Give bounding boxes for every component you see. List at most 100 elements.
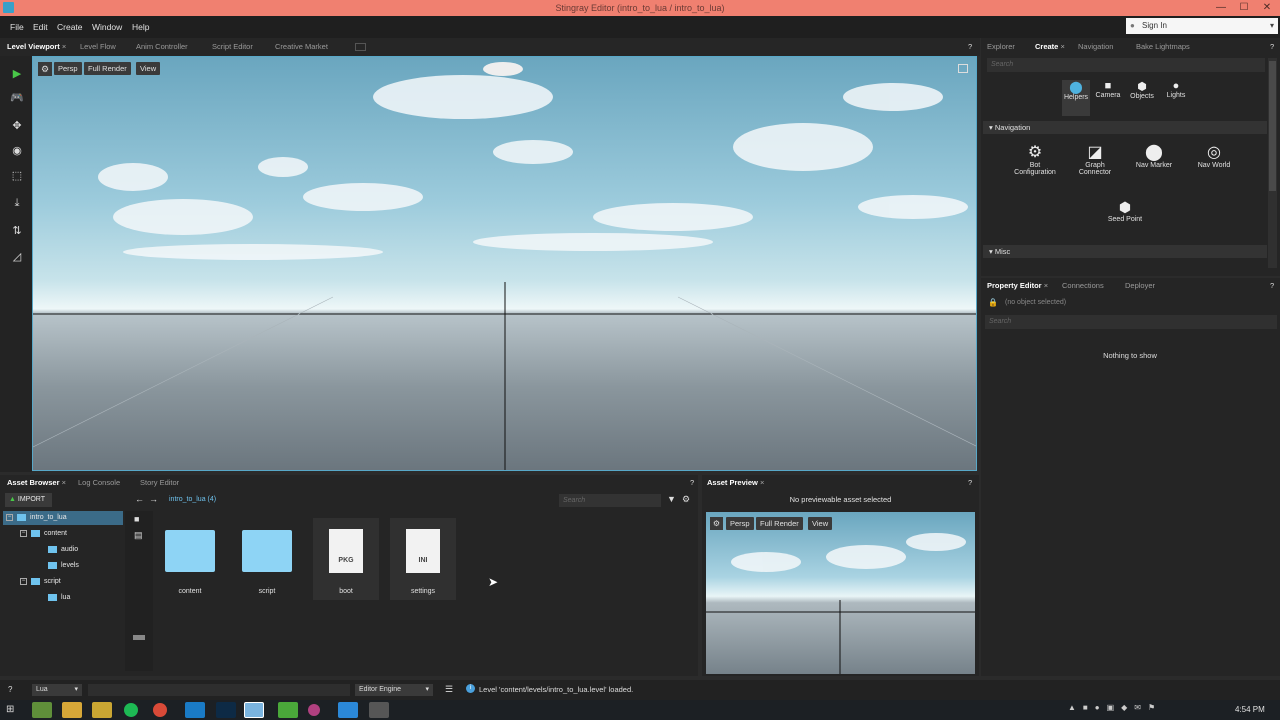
snap-tool-icon[interactable]: ⇅ [7,221,27,241]
menu-file[interactable]: File [10,16,24,38]
tab-script-editor[interactable]: Script Editor [212,39,253,55]
clock[interactable]: 4:54 PM [1235,705,1265,714]
nav-item-graph-connector[interactable]: ◪ Graph Connector [1070,142,1120,190]
scale-tool-icon[interactable]: ⬚ [7,166,27,186]
maximize-button[interactable]: ☐ [1233,0,1255,16]
taskbar-app-icon[interactable] [32,702,52,718]
viewport-settings-icon[interactable]: ⚙ [38,62,52,76]
tab-asset-preview[interactable]: Asset Preview × [707,475,764,491]
tab-create[interactable]: Create × [1035,39,1065,55]
move-tool-icon[interactable]: ✥ [7,116,27,136]
taskbar-app-icon[interactable] [92,702,112,718]
folder-view-icon[interactable]: ■ [134,514,139,524]
create-search-input[interactable]: Search [987,58,1265,72]
nav-item-bot-configuration[interactable]: ⚙ Bot Configuration [1008,142,1062,190]
gamepad-icon[interactable]: 🎮 [7,88,27,108]
chrome-icon[interactable] [153,703,167,717]
asset-item-boot[interactable]: PKG boot [313,518,379,600]
tab-story-editor[interactable]: Story Editor [140,475,179,491]
section-misc-header[interactable]: ▾ Misc [983,245,1267,258]
category-camera[interactable]: ■ Camera [1094,80,1122,116]
import-button[interactable]: ▲ IMPORT [5,493,52,507]
tree-item-levels[interactable]: levels [48,559,79,573]
filter-icon[interactable]: ▼ [667,494,676,504]
tab-deployer[interactable]: Deployer [1125,278,1155,294]
language-select[interactable]: Lua ▾ [32,684,82,696]
section-navigation-header[interactable]: ▾ Navigation [983,121,1267,134]
signin-dropdown[interactable]: ● Sign In ▾ [1126,18,1278,34]
tree-item-audio[interactable]: audio [48,543,78,557]
tab-property-editor[interactable]: Property Editor × [987,278,1048,294]
preview-persp-button[interactable]: Persp [726,517,754,530]
photoshop-icon[interactable] [216,702,236,718]
stingray-taskbar-icon[interactable] [244,702,264,718]
help-icon[interactable]: ? [690,475,694,491]
preview-settings-icon[interactable]: ⚙ [710,517,723,530]
category-helpers[interactable]: ⬤ Helpers [1062,80,1090,116]
command-input[interactable] [88,684,350,696]
measure-tool-icon[interactable]: ◿ [7,247,27,267]
windows-start-icon[interactable]: ⊞ [6,704,14,715]
menu-edit[interactable]: Edit [33,16,48,38]
help-icon[interactable]: ? [1270,278,1274,294]
close-button[interactable]: ✕ [1256,0,1278,16]
tab-explorer[interactable]: Explorer [987,39,1015,55]
tab-log-console[interactable]: Log Console [78,475,120,491]
tab-level-flow[interactable]: Level Flow [80,39,116,55]
play-icon[interactable]: ▶ [7,64,27,84]
breadcrumb[interactable]: intro_to_lua (4) [169,496,216,503]
new-tab-icon[interactable] [355,43,366,51]
rotate-tool-icon[interactable]: ◉ [7,141,27,161]
tab-asset-browser[interactable]: Asset Browser × [7,475,66,491]
system-tray-icons[interactable]: ▲■●▣◆✉⚑ [1068,703,1218,717]
spotify-icon[interactable] [124,703,138,717]
preview-full-render-button[interactable]: Full Render [756,517,803,530]
category-objects[interactable]: ⬢ Objects [1128,80,1156,116]
tab-bake-lightmaps[interactable]: Bake Lightmaps [1136,39,1190,55]
asset-preview-viewport[interactable] [706,512,975,674]
gear-icon[interactable]: ⚙ [682,494,690,505]
status-help-icon[interactable]: ? [8,685,12,694]
file-explorer-icon[interactable] [62,702,82,718]
taskbar-app-icon[interactable] [308,704,320,716]
nav-item-nav-world[interactable]: ◎ Nav World [1188,142,1240,190]
menu-create[interactable]: Create [57,16,83,38]
persp-button[interactable]: Persp [54,62,82,75]
taskbar-app-icon[interactable] [369,702,389,718]
help-icon[interactable]: ? [1270,39,1274,55]
nav-item-seed-point[interactable]: ⬢ Seed Point [1100,199,1150,239]
menu-help[interactable]: Help [132,16,149,38]
tab-connections[interactable]: Connections [1062,278,1104,294]
preview-view-button[interactable]: View [808,517,833,530]
full-render-button[interactable]: Full Render [84,62,131,75]
level-viewport[interactable] [32,56,977,471]
engine-select[interactable]: Editor Engine ▾ [355,684,433,696]
maximize-viewport-icon[interactable] [958,64,968,73]
taskbar-app-icon[interactable] [278,702,298,718]
size-slider[interactable] [133,635,145,640]
menu-window[interactable]: Window [92,16,122,38]
place-tool-icon[interactable]: ⤓ [7,193,27,213]
tab-anim-controller[interactable]: Anim Controller [136,39,188,55]
asset-item-settings[interactable]: INI settings [390,518,456,600]
tree-item-intro-to-lua[interactable]: − intro_to_lua [6,511,67,525]
property-search-input[interactable]: Search [985,315,1277,329]
list-view-icon[interactable]: ▤ [134,530,143,541]
outlook-icon[interactable] [185,702,205,718]
tree-item-lua[interactable]: lua [48,591,70,605]
asset-item-content[interactable]: content [160,518,220,600]
category-lights[interactable]: ● Lights [1162,80,1190,116]
tab-level-viewport[interactable]: Level Viewport × [7,39,66,55]
skype-icon[interactable] [338,702,358,718]
tab-creative-market[interactable]: Creative Market [275,39,328,55]
nav-item-nav-marker[interactable]: ⬤ Nav Marker [1128,142,1180,190]
log-list-icon[interactable]: ☰ [445,684,453,695]
tab-navigation[interactable]: Navigation [1078,39,1113,55]
lock-icon[interactable]: 🔒 [988,298,998,307]
back-arrow-icon[interactable]: ← [135,494,144,504]
tree-item-script[interactable]: − script [20,575,61,589]
tree-item-content[interactable]: − content [20,527,67,541]
minimize-button[interactable]: — [1210,0,1232,16]
view-button[interactable]: View [136,62,161,75]
create-scrollbar[interactable] [1268,58,1277,268]
